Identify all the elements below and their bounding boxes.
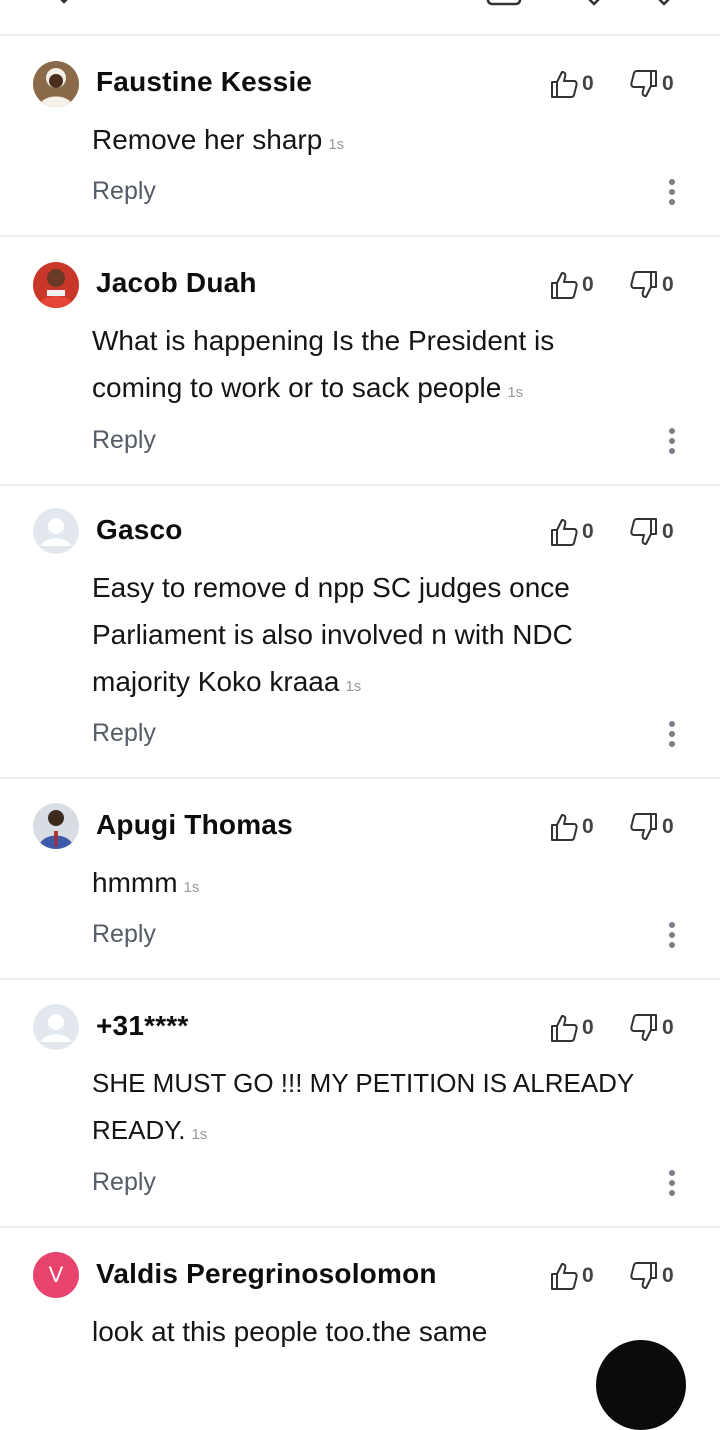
vote-controls: 0 0 [550, 67, 720, 101]
avatar[interactable] [33, 262, 79, 308]
comment-timestamp: 1s [328, 136, 345, 153]
comment-body: hmmm [92, 867, 178, 898]
avatar[interactable]: V [33, 1252, 79, 1298]
more-vertical-icon[interactable] [666, 922, 678, 948]
like-button[interactable]: 0 [550, 268, 594, 302]
avatar[interactable] [33, 61, 79, 107]
thumbs-down-icon [630, 813, 657, 840]
user-photo-icon [33, 803, 79, 849]
like-button[interactable]: 0 [550, 1011, 594, 1045]
thumbs-down-icon [630, 1014, 657, 1041]
comment-item: Gasco 0 0 Easy to remove d npp SC judges… [0, 486, 720, 779]
like-button[interactable]: 0 [550, 67, 594, 101]
more-vertical-icon[interactable] [666, 179, 678, 205]
dislike-button[interactable]: 0 [630, 515, 674, 549]
comment-item: Apugi Thomas 0 0 hmmm 1s Reply [0, 779, 720, 980]
thumbs-up-icon [551, 1015, 578, 1042]
dislike-button[interactable]: 0 [630, 268, 674, 302]
dislike-count: 0 [662, 815, 674, 838]
vote-controls: 0 0 [550, 1011, 720, 1045]
user-placeholder-icon [33, 1004, 79, 1050]
vote-controls: 0 0 [550, 1259, 720, 1293]
reply-button[interactable]: Reply [92, 920, 156, 949]
dislike-count: 0 [662, 1016, 674, 1039]
like-button[interactable]: 0 [550, 1259, 594, 1293]
floating-action-button[interactable] [596, 1340, 686, 1430]
like-count: 0 [582, 273, 594, 296]
thumbs-up-icon [551, 71, 578, 98]
dislike-count: 0 [662, 273, 674, 296]
avatar[interactable] [33, 803, 79, 849]
like-button[interactable]: 0 [550, 810, 594, 844]
dislike-count: 0 [662, 520, 674, 543]
comment-timestamp: 1s [345, 678, 362, 695]
vote-controls: 0 0 [550, 268, 720, 302]
thumbs-up-icon [551, 519, 578, 546]
like-count: 0 [582, 520, 594, 543]
comment-body: What is happening Is the President is co… [92, 325, 555, 403]
comment-text: Remove her sharp 1s [92, 116, 652, 168]
vote-controls: 0 0 [550, 515, 720, 549]
comment-text: What is happening Is the President is co… [92, 317, 652, 416]
top-toolbar-partial [0, 0, 720, 36]
comment-body: Remove her sharp [92, 124, 323, 155]
thumbs-up-icon [551, 1263, 578, 1290]
thumbs-down-icon [630, 271, 657, 298]
comment-item: Jacob Duah 0 0 What is happening Is the … [0, 237, 720, 486]
more-vertical-icon[interactable] [666, 1170, 678, 1196]
comment-item: Faustine Kessie 0 0 Remove her sharp 1s R… [0, 36, 720, 237]
thumbs-down-icon [630, 70, 657, 97]
like-button[interactable]: 0 [550, 515, 594, 549]
vote-controls: 0 0 [550, 810, 720, 844]
comment-author[interactable]: Jacob Duah [96, 267, 257, 299]
user-photo-icon [33, 262, 79, 308]
comment-box-icon[interactable] [486, 0, 522, 6]
like-count: 0 [582, 815, 594, 838]
comment-author[interactable]: Apugi Thomas [96, 809, 293, 841]
reply-button[interactable]: Reply [92, 177, 156, 206]
comment-body: Easy to remove d npp SC judges once Parl… [92, 572, 573, 697]
dislike-count: 0 [662, 72, 674, 95]
comment-body: SHE MUST GO !!! MY PETITION IS ALREADY R… [92, 1068, 634, 1145]
dislike-button[interactable]: 0 [630, 810, 674, 844]
comment-author[interactable]: +31**** [96, 1010, 188, 1042]
like-count: 0 [582, 72, 594, 95]
avatar[interactable] [33, 508, 79, 554]
reply-button[interactable]: Reply [92, 426, 156, 455]
comment-timestamp: 1s [507, 384, 524, 401]
dislike-button[interactable]: 0 [630, 1259, 674, 1293]
thumbs-down-icon [630, 1262, 657, 1289]
dislike-count: 0 [662, 1264, 674, 1287]
comment-text: SHE MUST GO !!! MY PETITION IS ALREADY R… [92, 1060, 662, 1158]
share-icon[interactable] [584, 0, 604, 6]
comment-body: look at this people too.the same [92, 1316, 488, 1347]
comment-timestamp: 1s [191, 1126, 208, 1143]
user-photo-icon [33, 61, 79, 107]
comment-text: hmmm 1s [92, 859, 652, 911]
user-placeholder-icon [33, 508, 79, 554]
reply-button[interactable]: Reply [92, 1168, 156, 1197]
comment-item: V Valdis Peregrinosolomon 0 0 look at th… [0, 1228, 720, 1360]
reply-button[interactable]: Reply [92, 719, 156, 748]
like-count: 0 [582, 1016, 594, 1039]
dislike-button[interactable]: 0 [630, 1011, 674, 1045]
comment-author[interactable]: Valdis Peregrinosolomon [96, 1258, 437, 1290]
like-count: 0 [582, 1264, 594, 1287]
comment-item: +31**** 0 0 SHE MUST GO !!! MY PETITION … [0, 980, 720, 1228]
avatar[interactable] [33, 1004, 79, 1050]
dislike-button[interactable]: 0 [630, 67, 674, 101]
more-vertical-icon[interactable] [666, 721, 678, 747]
thumbs-up-icon [551, 272, 578, 299]
more-vertical-icon[interactable] [666, 428, 678, 454]
comment-author[interactable]: Gasco [96, 514, 183, 546]
chevron-down-icon[interactable] [52, 0, 76, 6]
thumbs-up-icon [551, 814, 578, 841]
comment-text: look at this people too.the same [92, 1308, 652, 1355]
comment-text: Easy to remove d npp SC judges once Parl… [92, 564, 632, 710]
thumbs-down-icon [630, 518, 657, 545]
bookmark-icon[interactable] [654, 0, 674, 6]
avatar-letter: V [48, 1262, 64, 1287]
comment-author[interactable]: Faustine Kessie [96, 66, 312, 98]
comment-timestamp: 1s [183, 879, 200, 896]
